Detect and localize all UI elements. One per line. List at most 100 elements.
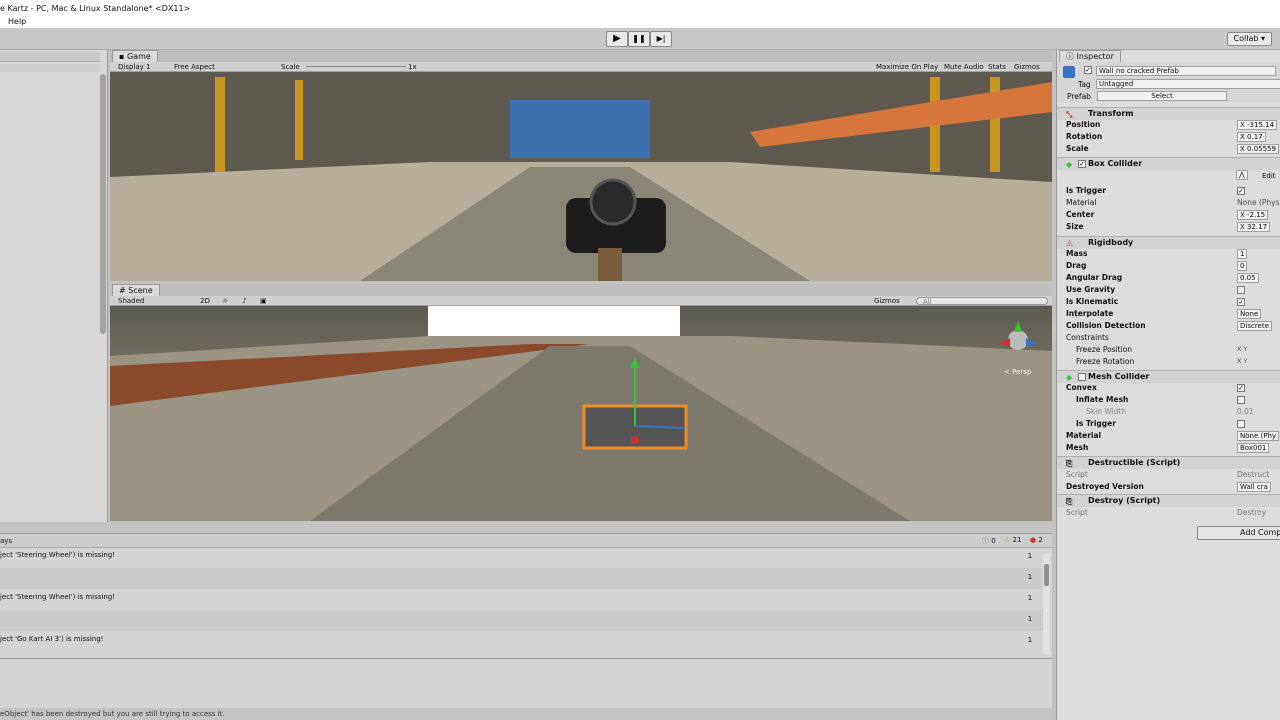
stats-toggle[interactable]: Stats [988,63,1006,71]
hierarchy-search-strip[interactable] [0,64,100,72]
scene-viewport[interactable]: < Persp [110,306,1052,521]
console-info-count[interactable]: ⓘ 0 [982,536,996,546]
console-scroll-thumb[interactable] [1044,564,1049,586]
lighting-icon[interactable]: ☼ [222,297,228,305]
rotation-row: Rotation X 0.17 [1057,131,1280,143]
position-x-field[interactable]: X -315.14 [1237,120,1278,130]
scale-value: 1x [408,63,417,71]
collab-dropdown[interactable]: Collab ▾ [1226,32,1272,46]
box-material-field[interactable]: None (Phys [1237,198,1280,207]
mesh-field[interactable]: Box001 [1237,443,1270,453]
rotation-x-field[interactable]: X 0.17 [1237,132,1266,142]
prefab-select-button[interactable]: Select [1097,91,1227,101]
drag-field[interactable]: 0 [1237,261,1248,271]
mass-field[interactable]: 1 [1237,249,1248,259]
box-size-x-field[interactable]: X 32.17 [1237,222,1271,232]
display-dropdown[interactable]: Display 1 [118,63,150,71]
tab-scene[interactable]: # Scene [112,284,160,296]
console-warn-count[interactable]: ⚠ 21 [1004,536,1021,544]
collision-detection-dropdown[interactable]: Discrete [1237,321,1272,331]
box-is-trigger-row: Is Trigger ✓ [1066,186,1245,195]
constraints-row[interactable]: Constraints [1057,332,1280,344]
position-row: Position X -315.14 [1057,119,1280,131]
status-bar[interactable]: eObject' has been destroyed but you are … [0,708,1052,720]
edit-collider-row: ⋀ Edit [1057,170,1280,184]
box-collider-header[interactable]: ◆ ✓ Box Collider [1057,157,1280,170]
destructible-script-field[interactable]: Destruct [1237,470,1269,479]
mute-audio-toggle[interactable]: Mute Audio [944,63,984,71]
scene-icon: # [119,286,129,295]
object-name-field[interactable]: Wall no cracked Prefab [1096,66,1276,76]
scale-x-field[interactable]: X 0.05559 [1237,144,1279,154]
game-viewport[interactable] [110,72,1052,281]
angular-drag-field[interactable]: 0.05 [1237,273,1259,283]
add-component-button[interactable]: Add Comp [1197,526,1280,540]
box-center-x-field[interactable]: X -2.15 [1237,210,1269,220]
skin-width-field[interactable]: 0.01 [1237,407,1254,416]
tag-label: Tag [1078,80,1091,89]
console-tab-fragment[interactable]: ays [0,537,12,545]
persp-label[interactable]: < Persp [1004,368,1031,376]
hierarchy-scrollbar[interactable] [100,74,106,334]
freeze-rotation-checkboxes[interactable]: X Y [1237,357,1248,365]
effects-icon[interactable]: ▣ [260,297,267,305]
mesh-collider-enabled-checkbox[interactable] [1078,373,1086,381]
aspect-dropdown[interactable]: Free Aspect [174,63,215,71]
menu-bar: Help [0,16,1280,28]
freeze-position-checkboxes[interactable]: X Y [1237,345,1248,353]
step-button[interactable]: ▶| [650,31,672,47]
box-collider-enabled-checkbox[interactable]: ✓ [1078,160,1086,168]
shading-dropdown[interactable]: Shaded [118,297,144,305]
is-kinematic-checkbox[interactable]: ✓ [1237,298,1245,306]
collision-detection-row: Collision Detection Discrete [1057,320,1280,332]
edit-collider-button[interactable]: ⋀ [1236,170,1248,180]
mesh-material-field[interactable]: None (Phy [1237,431,1280,441]
interpolate-dropdown[interactable]: None [1237,309,1262,319]
hierarchy-panel[interactable] [0,50,108,522]
rigidbody-icon: ⚠ [1066,239,1074,248]
gizmo-x-axis [631,436,639,444]
console-scrollbar[interactable] [1043,554,1050,654]
info-icon: ⓘ [982,537,989,545]
inspector-panel[interactable]: ⓘ Inspector ✓ Wall no cracked Prefab Tag… [1056,50,1280,720]
drag-row: Drag 0 [1057,260,1280,272]
game-control-bar: Display 1 Free Aspect Scale 1x Maximize … [110,62,1052,72]
convex-checkbox[interactable]: ✓ [1237,384,1245,392]
box-is-trigger-checkbox[interactable]: ✓ [1237,187,1245,195]
maximize-on-play-toggle[interactable]: Maximize On Play [876,63,938,71]
tab-inspector[interactable]: ⓘ Inspector [1059,50,1121,62]
console-row[interactable]: ject 'Steering Wheel') is missing! 1 [0,547,1044,568]
console-row[interactable]: 1 [0,568,1044,589]
console-error-count[interactable]: ● 2 [1030,536,1043,544]
scene-gizmos-dropdown[interactable]: Gizmos [874,297,900,305]
audio-icon[interactable]: ♪ [242,297,246,305]
destroy-header[interactable]: ⎘ Destroy (Script) [1057,494,1280,507]
pause-button[interactable]: ❚❚ [628,31,650,47]
game-gizmos-dropdown[interactable]: Gizmos [1014,63,1040,71]
edit-collider-label: Edit [1262,172,1276,180]
destroyed-version-field[interactable]: Wall cra [1237,482,1271,492]
tag-dropdown[interactable]: Untagged [1096,79,1280,89]
play-button[interactable]: ▶ [606,31,628,47]
2d-toggle[interactable]: 2D [200,297,210,305]
object-active-checkbox[interactable]: ✓ [1084,66,1092,74]
scale-slider[interactable] [306,66,406,67]
console-row[interactable]: ject 'Go Kart AI 3') is missing! 1 [0,631,1044,652]
menu-help[interactable]: Help [8,17,26,26]
mesh-is-trigger-row: Is Trigger [1057,418,1280,430]
console-row[interactable]: 1 [0,610,1044,631]
console-splitter[interactable] [0,658,1052,659]
destructible-header[interactable]: ⎘ Destructible (Script) [1057,456,1280,469]
tab-game[interactable]: ▪ Game [112,50,158,62]
console-panel[interactable]: ays ⓘ 0 ⚠ 21 ● 2 ject 'Steering Wheel') … [0,533,1052,720]
hierarchy-header [0,52,100,62]
scene-search-input[interactable]: All [916,297,1048,306]
use-gravity-checkbox[interactable] [1237,286,1245,294]
console-row[interactable]: ject 'Steering Wheel') is missing! 1 [0,589,1044,610]
inflate-mesh-checkbox[interactable] [1237,396,1245,404]
destroy-script-field[interactable]: Destroy [1237,508,1266,517]
angular-drag-row: Angular Drag 0.05 [1057,272,1280,284]
mesh-row: Mesh Box001 [1057,442,1280,454]
mesh-is-trigger-checkbox[interactable] [1237,420,1245,428]
game-render [110,72,1052,281]
